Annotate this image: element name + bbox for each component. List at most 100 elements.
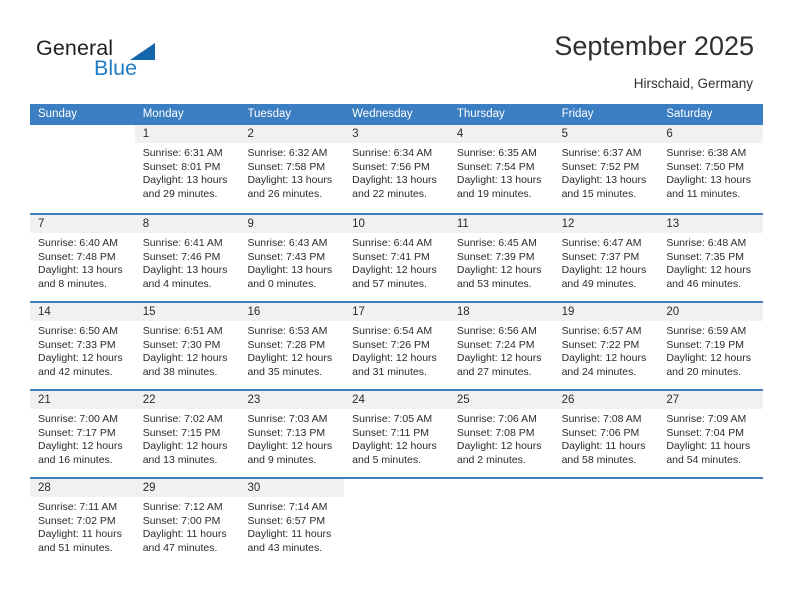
day-cell[interactable]: 13 Sunrise: 6:48 AM Sunset: 7:35 PM Dayligh… [658, 215, 764, 301]
day-number: 30 [239, 479, 345, 497]
day-number [553, 479, 659, 497]
day-cell[interactable]: 9 Sunrise: 6:43 AM Sunset: 7:43 PM Daylight… [239, 215, 345, 301]
day-number: 13 [658, 215, 764, 233]
day-number: 3 [344, 125, 449, 143]
day-cell[interactable]: 8 Sunrise: 6:41 AM Sunset: 7:46 PM Daylight… [134, 215, 240, 301]
day-cell[interactable]: 24 Sunrise: 7:05 AM Sunset: 7:11 PM Dayligh… [344, 391, 449, 477]
sunrise-text: Sunrise: 7:02 AM [142, 413, 223, 425]
weekday-header-tuesday: Tuesday [247, 108, 292, 120]
day-cell[interactable]: 30 Sunrise: 7:14 AM Sunset: 6:57 PM Dayligh… [239, 479, 345, 565]
daylight-text: Daylight: 11 hours and 51 minutes. [38, 528, 122, 554]
day-details: Sunrise: 7:06 AM Sunset: 7:08 PM Daylight:… [449, 409, 554, 467]
daylight-text: Daylight: 13 hours and 22 minutes. [352, 174, 437, 200]
day-cell[interactable]: 18 Sunrise: 6:56 AM Sunset: 7:24 PM Dayligh… [448, 303, 554, 389]
daylight-text: Daylight: 12 hours and 13 minutes. [142, 440, 228, 466]
day-cell[interactable]: 4 Sunrise: 6:35 AM Sunset: 7:54 PM Daylight… [448, 125, 554, 213]
day-details: Sunrise: 6:43 AM Sunset: 7:43 PM Daylight:… [239, 233, 344, 291]
day-cell[interactable]: 11 Sunrise: 6:45 AM Sunset: 7:39 PM Dayligh… [448, 215, 554, 301]
week-row: 28 Sunrise: 7:11 AM Sunset: 7:02 PM Dayligh… [30, 477, 764, 565]
day-cell[interactable]: 2 Sunrise: 6:32 AM Sunset: 7:58 PM Daylight… [239, 125, 345, 213]
logo-text-blue: Blue [94, 56, 138, 80]
week-row: 14 Sunrise: 6:50 AM Sunset: 7:33 PM Dayligh… [30, 301, 764, 389]
day-number: 6 [658, 125, 764, 143]
day-cell[interactable]: 12 Sunrise: 6:47 AM Sunset: 7:37 PM Dayligh… [553, 215, 659, 301]
page-title: September 2025 [554, 31, 754, 61]
sunrise-text: Sunrise: 6:57 AM [561, 325, 642, 337]
day-cell[interactable]: 27 Sunrise: 7:09 AM Sunset: 7:04 PM Dayligh… [658, 391, 764, 477]
sunrise-text: Sunrise: 7:14 AM [247, 501, 328, 513]
day-cell[interactable]: 3 Sunrise: 6:34 AM Sunset: 7:56 PM Daylight… [344, 125, 449, 213]
weekday-header-row: Sunday Monday Tuesday Wednesday Thursday… [30, 104, 763, 125]
day-details: Sunrise: 6:45 AM Sunset: 7:39 PM Daylight:… [449, 233, 554, 291]
daylight-text: Daylight: 12 hours and 5 minutes. [352, 440, 437, 466]
day-cell[interactable]: 19 Sunrise: 6:57 AM Sunset: 7:22 PM Dayligh… [553, 303, 659, 389]
day-cell[interactable]: 23 Sunrise: 7:03 AM Sunset: 7:13 PM Dayligh… [239, 391, 345, 477]
daylight-text: Daylight: 12 hours and 24 minutes. [561, 352, 647, 378]
day-cell[interactable]: 1 Sunrise: 6:31 AM Sunset: 8:01 PM Daylight… [134, 125, 240, 213]
day-number: 2 [239, 125, 345, 143]
day-cell[interactable]: 6 Sunrise: 6:38 AM Sunset: 7:50 PM Daylight… [658, 125, 764, 213]
day-cell[interactable]: 29 Sunrise: 7:12 AM Sunset: 7:00 PM Dayligh… [134, 479, 240, 565]
sunrise-text: Sunrise: 6:53 AM [247, 325, 328, 337]
daylight-text: Daylight: 12 hours and 38 minutes. [142, 352, 228, 378]
daylight-text: Daylight: 12 hours and 53 minutes. [456, 264, 542, 290]
sunrise-text: Sunrise: 6:44 AM [352, 237, 433, 249]
weekday-header-monday: Monday [142, 108, 184, 120]
sunset-text: Sunset: 7:37 PM [561, 250, 640, 263]
day-cell-empty [448, 479, 554, 565]
day-cell[interactable]: 7 Sunrise: 6:40 AM Sunset: 7:48 PM Daylight… [30, 215, 135, 301]
day-cell[interactable]: 25 Sunrise: 7:06 AM Sunset: 7:08 PM Dayligh… [448, 391, 554, 477]
day-cell[interactable]: 22 Sunrise: 7:02 AM Sunset: 7:15 PM Dayligh… [134, 391, 240, 477]
day-cell[interactable]: 5 Sunrise: 6:37 AM Sunset: 7:52 PM Daylight… [553, 125, 659, 213]
day-cell[interactable]: 21 Sunrise: 7:00 AM Sunset: 7:17 PM Dayligh… [30, 391, 135, 477]
sunset-text: Sunset: 7:54 PM [456, 160, 535, 173]
week-row: 1 Sunrise: 6:31 AM Sunset: 8:01 PM Daylight… [30, 125, 764, 213]
day-details: Sunrise: 7:02 AM Sunset: 7:15 PM Daylight:… [135, 409, 240, 467]
day-cell[interactable]: 26 Sunrise: 7:08 AM Sunset: 7:06 PM Dayligh… [553, 391, 659, 477]
sunrise-text: Sunrise: 7:11 AM [38, 501, 118, 513]
sunrise-text: Sunrise: 7:06 AM [456, 413, 537, 425]
day-cell[interactable]: 20 Sunrise: 6:59 AM Sunset: 7:19 PM Dayligh… [658, 303, 764, 389]
sunset-text: Sunset: 7:39 PM [456, 250, 535, 263]
daylight-text: Daylight: 11 hours and 47 minutes. [142, 528, 227, 554]
day-details: Sunrise: 6:41 AM Sunset: 7:46 PM Daylight:… [135, 233, 240, 291]
day-cell[interactable]: 10 Sunrise: 6:44 AM Sunset: 7:41 PM Dayligh… [344, 215, 449, 301]
day-cell[interactable]: 14 Sunrise: 6:50 AM Sunset: 7:33 PM Dayligh… [30, 303, 135, 389]
day-details: Sunrise: 7:03 AM Sunset: 7:13 PM Daylight:… [239, 409, 344, 467]
daylight-text: Daylight: 12 hours and 46 minutes. [666, 264, 751, 290]
day-number: 15 [134, 303, 240, 321]
sunrise-text: Sunrise: 7:12 AM [142, 501, 223, 513]
day-cell[interactable]: 28 Sunrise: 7:11 AM Sunset: 7:02 PM Dayligh… [30, 479, 135, 565]
week-row: 7 Sunrise: 6:40 AM Sunset: 7:48 PM Daylight… [30, 213, 764, 301]
day-number: 14 [30, 303, 135, 321]
day-details: Sunrise: 6:57 AM Sunset: 7:22 PM Daylight:… [554, 321, 659, 379]
day-details: Sunrise: 6:53 AM Sunset: 7:28 PM Daylight:… [239, 321, 344, 379]
sunset-text: Sunset: 7:02 PM [38, 514, 116, 527]
sunset-text: Sunset: 7:33 PM [38, 338, 116, 351]
weekday-header-friday: Friday [561, 108, 594, 120]
daylight-text: Daylight: 13 hours and 29 minutes. [142, 174, 228, 200]
day-cell-empty [553, 479, 659, 565]
sunset-text: Sunset: 7:24 PM [456, 338, 535, 351]
day-details: Sunrise: 7:09 AM Sunset: 7:04 PM Daylight:… [658, 409, 763, 467]
daylight-text: Daylight: 13 hours and 8 minutes. [38, 264, 123, 290]
daylight-text: Daylight: 12 hours and 2 minutes. [456, 440, 542, 466]
daylight-text: Daylight: 11 hours and 54 minutes. [666, 440, 751, 466]
day-cell[interactable]: 16 Sunrise: 6:53 AM Sunset: 7:28 PM Dayligh… [239, 303, 345, 389]
daylight-text: Daylight: 12 hours and 27 minutes. [456, 352, 542, 378]
day-number [30, 125, 135, 143]
daylight-text: Daylight: 12 hours and 35 minutes. [247, 352, 333, 378]
sunrise-text: Sunrise: 6:48 AM [666, 237, 747, 249]
day-number: 23 [239, 391, 345, 409]
sunrise-text: Sunrise: 6:37 AM [561, 147, 642, 159]
day-details: Sunrise: 7:12 AM Sunset: 7:00 PM Daylight:… [135, 497, 240, 555]
day-cell-empty [30, 125, 135, 213]
day-cell[interactable]: 17 Sunrise: 6:54 AM Sunset: 7:26 PM Dayligh… [344, 303, 449, 389]
sunrise-text: Sunrise: 7:08 AM [561, 413, 642, 425]
day-number: 25 [448, 391, 554, 409]
general-blue-logo[interactable]: General Blue [36, 36, 236, 88]
sunrise-text: Sunrise: 6:47 AM [561, 237, 642, 249]
calendar-grid: Sunday Monday Tuesday Wednesday Thursday… [30, 104, 764, 565]
day-details: Sunrise: 6:51 AM Sunset: 7:30 PM Daylight:… [135, 321, 240, 379]
day-cell[interactable]: 15 Sunrise: 6:51 AM Sunset: 7:30 PM Dayligh… [134, 303, 240, 389]
